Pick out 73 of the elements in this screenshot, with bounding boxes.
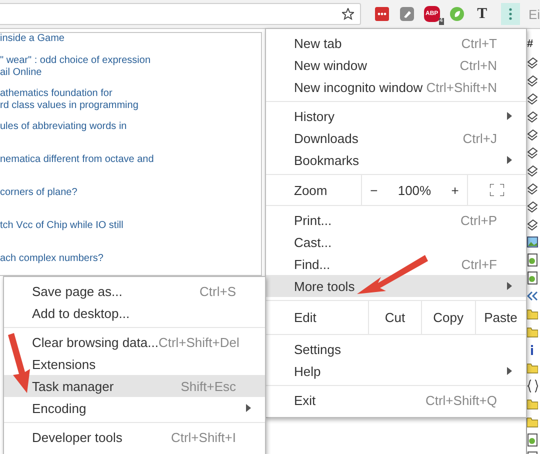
menu-item[interactable]: Developer tools Ctrl+Shift+I	[4, 426, 265, 448]
star-icon[interactable]	[342, 8, 354, 20]
braces-icon	[527, 379, 538, 393]
extension-icon[interactable]: T	[477, 6, 488, 22]
menu-icon	[509, 8, 512, 20]
question-link[interactable]: ules of abbreviating words in	[0, 121, 127, 145]
menu-item[interactable]: Downloads Ctrl+J	[266, 127, 526, 149]
layers-icon	[527, 199, 538, 213]
question-link[interactable]: ach complex numbers?	[0, 253, 104, 275]
shortcut-label: Ctrl+J	[462, 130, 497, 146]
arrow	[357, 255, 428, 294]
shortcut-label: Ctrl+Shift+Q	[425, 392, 497, 408]
menu-item[interactable]: Print... Ctrl+P	[266, 209, 526, 231]
edit-button[interactable]: Paste	[474, 301, 526, 334]
menu-item[interactable]: New window Ctrl+N	[266, 54, 526, 76]
zoom-in-button[interactable]: +	[451, 182, 459, 198]
zoom-label: Zoom	[293, 182, 328, 200]
shortcut-label: Ctrl+Shift+I	[170, 430, 236, 444]
extension-icon[interactable]	[374, 7, 389, 21]
menu-item[interactable]: Extensions	[4, 353, 265, 375]
question-link[interactable]: inside a Game	[0, 33, 64, 45]
fullscreen-icon[interactable]	[490, 184, 504, 196]
shortcut-label: Ctrl+S	[200, 284, 236, 298]
edit-button[interactable]: Copy	[421, 301, 475, 334]
leaf-icon[interactable]	[450, 7, 464, 21]
folder-icon	[527, 415, 538, 429]
zoom-out-button[interactable]: −	[370, 182, 378, 198]
layers-icon	[527, 217, 538, 231]
menu-item[interactable]: Clear browsing data...Ctrl+Shift+Del	[4, 331, 265, 353]
menu-item[interactable]: Task manager Shift+Esc	[4, 375, 265, 397]
shortcut-label: Ctrl+F	[461, 256, 497, 272]
shortcut-label: Ctrl+P	[460, 212, 497, 228]
shortcut-label: Ctrl+Shift+Del	[158, 334, 240, 350]
layers-icon	[527, 145, 538, 159]
layers-icon	[527, 73, 538, 87]
image-icon	[527, 235, 538, 249]
edit-button[interactable]: Cut	[368, 301, 422, 334]
question-link[interactable]: " wear" : odd choice of expression ail Online	[0, 55, 151, 79]
layers-icon	[527, 127, 538, 141]
menu-item[interactable]: Add to desktop...	[4, 302, 265, 324]
field-text: Ei	[528, 6, 540, 22]
question-link[interactable]: tch Vcc of Chip while IO still	[0, 220, 124, 244]
question-link[interactable]: nematica different from octave and	[0, 154, 154, 178]
question-link[interactable]: corners of plane?	[0, 187, 78, 211]
menu-item[interactable]: History	[266, 105, 526, 127]
chevrons-icon	[527, 289, 538, 303]
layers-icon	[527, 181, 538, 195]
shortcut-label: Shift+Esc	[180, 378, 236, 394]
menu-item[interactable]: New incognito window Ctrl+Shift+N	[266, 76, 526, 98]
menu-item[interactable]: Save page as... Ctrl+S	[4, 280, 265, 302]
question-link[interactable]: athematics foundation for rd class values in programming	[0, 88, 138, 112]
menu-item[interactable]: More tools	[266, 275, 526, 297]
menu-button[interactable]	[500, 3, 520, 25]
column-header: #	[527, 37, 534, 51]
arrow	[8, 333, 30, 393]
menu-item[interactable]: New tab Ctrl+T	[266, 32, 526, 54]
menu-item[interactable]: Cast...	[266, 231, 526, 253]
menu-item[interactable]: Settings	[266, 338, 526, 360]
shortcut-label: Ctrl+N	[460, 58, 497, 72]
menu-item[interactable]: Exit Ctrl+Shift+Q	[266, 389, 526, 411]
layers-icon	[527, 91, 538, 105]
menu-item[interactable]: Bookmarks	[266, 149, 526, 171]
menu-item[interactable]: Encoding	[4, 397, 265, 419]
shortcut-label: Ctrl+Shift+N	[426, 80, 497, 94]
layers-icon	[527, 109, 538, 123]
layers-icon	[527, 55, 538, 69]
note-icon[interactable]	[400, 7, 414, 21]
layers-icon	[527, 163, 538, 177]
menu-item[interactable]: Help	[266, 360, 526, 382]
shortcut-label: Ctrl+T	[461, 36, 497, 50]
zoom-level: 100%	[396, 182, 432, 198]
edit-label: Edit	[293, 309, 318, 327]
menu-item[interactable]: Find... Ctrl+F	[266, 253, 526, 275]
